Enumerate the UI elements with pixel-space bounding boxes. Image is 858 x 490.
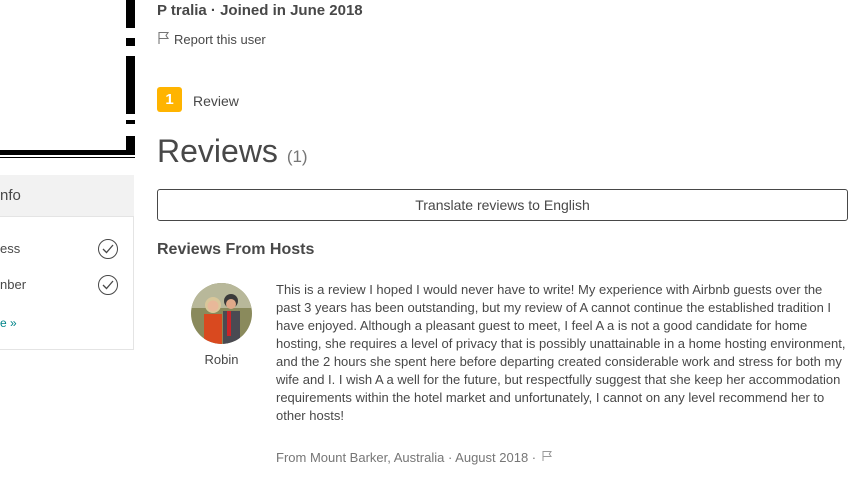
review-location-date: From Mount Barker, Australia · August 20… [276, 450, 537, 465]
reviews-from-hosts-title: Reviews From Hosts [157, 241, 315, 258]
reviews-count: (1) [286, 147, 308, 166]
review-meta: From Mount Barker, Australia · August 20… [276, 450, 553, 465]
verification-label: ess [0, 241, 21, 256]
flag-icon[interactable] [541, 450, 553, 465]
profile-location-joined: P tralia · Joined in June 2018 [157, 2, 363, 19]
learn-more-link[interactable]: e » [0, 316, 17, 330]
verification-label: nber [0, 277, 27, 292]
translate-reviews-button[interactable]: Translate reviews to English [157, 189, 848, 221]
review-text: This is a review I hoped I would never h… [276, 282, 846, 423]
check-icon [98, 239, 118, 259]
profile-photo [0, 0, 135, 158]
report-user-link[interactable]: Report this user [157, 31, 266, 48]
flag-icon [157, 31, 171, 48]
check-icon [98, 275, 118, 295]
review-badge-label: Review [193, 93, 239, 109]
review-count-badge: 1 [157, 87, 182, 112]
reviewer-name[interactable]: Robin [191, 352, 252, 367]
verified-info-title: nfo [0, 187, 21, 204]
report-user-label: Report this user [174, 32, 266, 47]
reviewer-avatar[interactable] [191, 283, 252, 344]
reviews-heading: Reviews (1) [157, 133, 308, 170]
reviews-title: Reviews [157, 133, 278, 169]
